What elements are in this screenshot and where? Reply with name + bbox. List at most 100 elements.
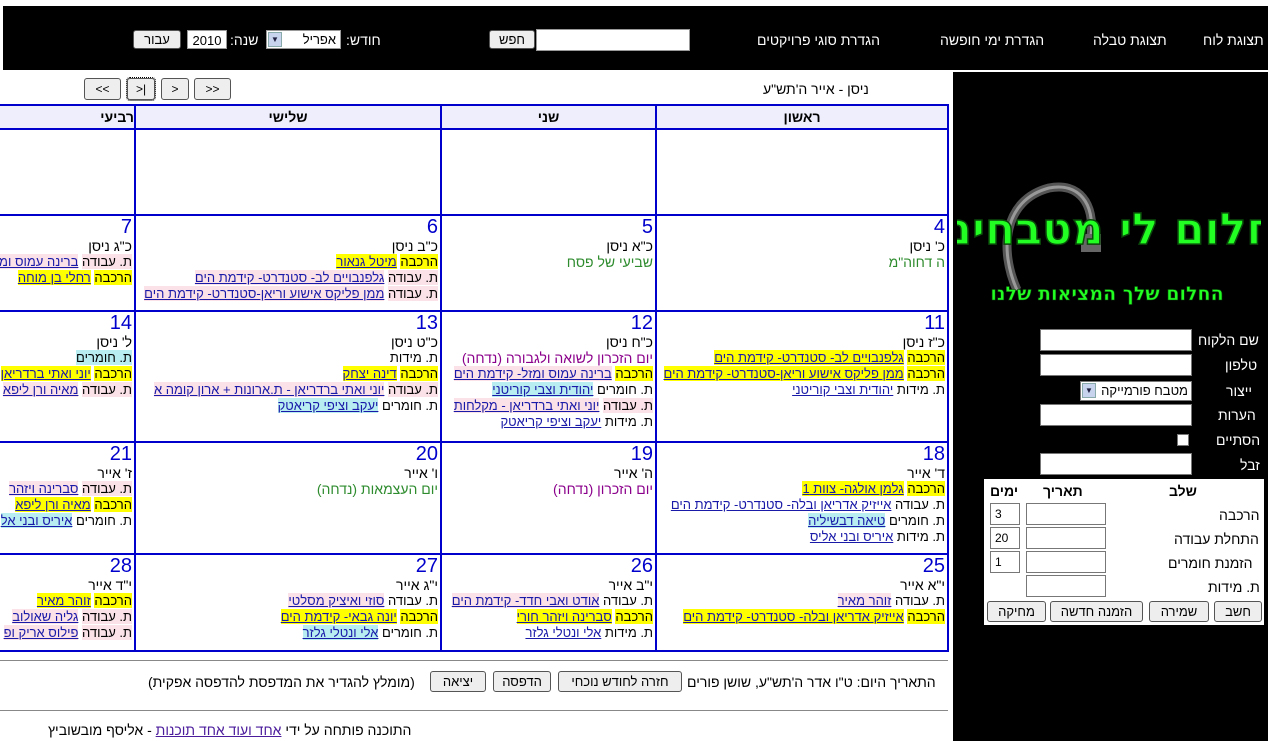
event-customer-link[interactable]: איריס ובני אליס xyxy=(810,529,893,544)
event-customer-link[interactable]: פילוס אריק ופ xyxy=(3,625,79,640)
event-customer-link[interactable]: יעקב וציפי קריאטק xyxy=(500,414,601,429)
calendar-day-cell[interactable]: 20 ו' אייר יום העצמאות (נדחה) xyxy=(136,443,440,553)
event-customer-link[interactable]: מאיה ורן ליפא xyxy=(2,382,79,397)
event-customer-link[interactable]: גלפנבויים לב- סטנדרט- קידמת הים xyxy=(194,270,385,285)
trash-input[interactable] xyxy=(1040,453,1192,475)
calendar-day-cell[interactable] xyxy=(136,130,440,214)
event-customer-link[interactable]: יהודית וצבי קוריטני xyxy=(492,382,594,397)
event-customer-link[interactable]: סוזי ואיציק מסלטי xyxy=(288,593,385,608)
calendar-day-cell[interactable]: 5 כ"א ניסן שביעי של פסח xyxy=(442,216,655,310)
month-select[interactable]: אפריל ▼ xyxy=(266,30,341,49)
event-customer-link[interactable]: יוני ואתי ברדריאן xyxy=(0,366,91,381)
prev-month-button[interactable]: >> xyxy=(84,78,121,100)
next-week-button[interactable]: < xyxy=(161,78,189,100)
event-customer-link[interactable]: יעקב וציפי קריאטק xyxy=(277,398,379,413)
calendar-event: הרכבה מאיה ורן ליפא xyxy=(0,497,132,513)
event-type: הרכבה xyxy=(94,366,132,381)
event-customer-link[interactable]: רחלי בן מוחה xyxy=(17,270,91,285)
event-type: ת. עבודה xyxy=(388,593,438,608)
calendar-day-cell[interactable]: 4 כ' ניסן ה דחוה"מ xyxy=(657,216,947,310)
search-button[interactable]: חפש xyxy=(489,30,535,49)
event-customer-link[interactable]: ממן פליקס אישוע וריאן-סטנדרט- קידמת הים xyxy=(663,366,904,381)
calendar-day-cell[interactable]: 13 כ"ט ניסן ת. מידות הרכבה דינה יצחק ת. עבוד… xyxy=(136,312,440,441)
calendar-day-cell[interactable]: 28 י"ד אייר הרכבה זוהר מאיר ת. עבודה גליה ש… xyxy=(0,555,134,650)
event-customer-link[interactable]: יהודית וצבי קוריטני xyxy=(792,382,893,397)
event-customer-link[interactable]: סברינה ויזהר חורי xyxy=(516,609,612,624)
calendar-day-cell[interactable]: 18 ד' אייר הרכבה גלמן אולגה- צוות 1 ת. עבוד… xyxy=(657,443,947,553)
hebrew-date: כ"ט ניסן xyxy=(391,334,438,350)
stage-date-input[interactable] xyxy=(1026,575,1106,597)
save-button[interactable]: שמירה xyxy=(1149,601,1209,622)
event-customer-link[interactable]: מאיה ורן ליפא xyxy=(15,497,91,512)
event-type: ת. עבודה xyxy=(603,398,653,413)
customer-name-input[interactable] xyxy=(1040,329,1192,351)
calendar-day-cell[interactable]: 27 י"ג אייר ת. עבודה סוזי ואיציק מסלטי הרכב… xyxy=(136,555,440,650)
year-input[interactable]: 2010 xyxy=(187,30,227,49)
event-customer-link[interactable]: אלי ונטלי גלזר xyxy=(302,625,379,640)
stage-days-input[interactable]: 3 xyxy=(990,503,1020,525)
calendar-day-cell[interactable]: 7כ"ג ניסןת. עבודה ברינה עמוס ומזלהרכבה ר… xyxy=(0,216,134,310)
event-customer-link[interactable]: מיטל גנאור xyxy=(336,254,397,269)
event-customer-link[interactable]: גלפנבויים לב- סטנדרט- קידמת הים xyxy=(714,350,904,365)
event-customer-link[interactable]: דינה יצחק xyxy=(342,366,397,381)
event-customer-link[interactable]: איריס ובני אל xyxy=(0,513,73,528)
calculate-button[interactable]: חשב xyxy=(1214,601,1262,622)
calendar-day-cell[interactable]: 19 ה' אייר יום הזכרון (נדחה) xyxy=(442,443,655,553)
stage-date-input[interactable] xyxy=(1026,503,1106,525)
calendar-event: ת. עבודה יוני ואתי ברדריאן - ת.ארונות + … xyxy=(136,382,438,398)
calendar-day-cell[interactable]: 26 י"ב אייר ת. עבודה אודט ואבי חדד- קידמת … xyxy=(442,555,655,650)
current-button[interactable]: |< xyxy=(126,77,156,101)
event-customer-link[interactable]: יונה גבאי- קידמת הים xyxy=(280,609,397,624)
chevron-down-icon: ▼ xyxy=(1082,383,1096,398)
event-customer-link[interactable]: אודט ואבי חדד- קידמת הים xyxy=(451,593,600,608)
event-customer-link[interactable]: טיאה דבשיליה xyxy=(808,513,886,528)
event-customer-link[interactable]: אייזיק אדריאן ובלה- סטנדרט- קידמת הים xyxy=(683,609,904,624)
stage-date-input[interactable] xyxy=(1026,551,1106,573)
nav-holidays-settings[interactable]: הגדרת ימי חופשה xyxy=(940,32,1044,48)
calendar-day-cell[interactable]: 11 כ"ז ניסן הרכבה גלפנבויים לב- סטנדרט- קי… xyxy=(657,312,947,441)
search-input[interactable] xyxy=(536,29,690,51)
stage-date-input[interactable] xyxy=(1026,527,1106,549)
phone-input[interactable] xyxy=(1040,354,1192,376)
hebrew-date: כ"ב ניסן xyxy=(391,238,438,254)
event-customer-link[interactable]: יוני ואתי ברדריאן - ת.ארונות + ארון קומה… xyxy=(153,382,385,397)
event-customer-link[interactable]: גלמן אולגה- צוות 1 xyxy=(802,481,904,496)
stage-days-input[interactable]: 20 xyxy=(990,527,1020,549)
divider xyxy=(0,710,948,711)
credit-link[interactable]: אחד ועוד אחד תוכנות xyxy=(156,722,282,738)
calendar-event: ת. מידות איריס ובני אליס xyxy=(657,529,945,545)
event-customer-link[interactable]: זוהר מאיר xyxy=(837,593,892,608)
event-customer-link[interactable]: זוהר מאיר xyxy=(36,593,91,608)
next-month-button[interactable]: << xyxy=(194,78,231,100)
holiday-label: ה דחוה"מ xyxy=(888,254,945,270)
exit-button[interactable]: יציאה xyxy=(430,671,486,692)
event-customer-link[interactable]: ממן פליקס אישוע וריאן-סטנדרט- קידמת הים xyxy=(144,286,385,301)
current-month-button[interactable]: חזרה לחודש נוכחי xyxy=(558,671,682,692)
notes-input[interactable] xyxy=(1040,404,1192,426)
stage-days-input[interactable]: 1 xyxy=(990,551,1020,573)
event-customer-link[interactable]: ברינה עמוס ומזל- קידמת הים xyxy=(453,366,612,381)
event-customer-link[interactable]: ברינה עמוס ומזל xyxy=(0,254,79,269)
done-checkbox[interactable] xyxy=(1177,434,1189,446)
event-customer-link[interactable]: סברינה ויזהר xyxy=(9,481,79,496)
calendar-day-cell[interactable]: 14 ל' ניסן ת. חומרים הרכבה יוני ואתי ברדריא… xyxy=(0,312,134,441)
calendar-day-cell[interactable]: 6 כ"ב ניסן הרכבה מיטל גנאור ת. עבודה גלפנבו… xyxy=(136,216,440,310)
event-customer-link[interactable]: גליה שאולוב xyxy=(12,609,79,624)
calendar-day-cell[interactable]: 21 ז' אייר ת. עבודה סברינה ויזהר הרכבה מאיה… xyxy=(0,443,134,553)
nav-table-view[interactable]: תצוגת טבלה xyxy=(1093,32,1167,48)
calendar-day-cell[interactable] xyxy=(657,130,947,214)
calendar-day-cell[interactable]: 25 י"א אייר ת. עבודה זוהר מאיר הרכבה אייזיק… xyxy=(657,555,947,650)
event-customer-link[interactable]: יוני ואתי ברדריאן - מקלחות xyxy=(453,398,600,413)
calendar-day-cell[interactable]: 12 כ"ח ניסן יום הזכרון לשואה ולגבורה (נדחה… xyxy=(442,312,655,441)
event-customer-link[interactable]: אלי ונטלי גלזר xyxy=(525,625,601,640)
delete-button[interactable]: מחיקה xyxy=(987,601,1046,622)
go-button[interactable]: עבור xyxy=(133,30,181,49)
event-customer-link[interactable]: אייזיק אדריאן ובלה- סטנדרט- קידמת הים xyxy=(671,497,892,512)
calendar-day-cell[interactable] xyxy=(0,130,134,214)
new-order-button[interactable]: הזמנה חדשה xyxy=(1050,601,1143,622)
calendar-day-cell[interactable] xyxy=(442,130,655,214)
nav-project-types-settings[interactable]: הגדרת סוגי פרויקטים xyxy=(757,32,880,48)
print-button[interactable]: הדפסה xyxy=(493,671,551,692)
kind-select[interactable]: מטבח פורמייקה ▼ xyxy=(1080,381,1192,401)
nav-board-view[interactable]: תצוגת לוח xyxy=(1203,32,1264,48)
